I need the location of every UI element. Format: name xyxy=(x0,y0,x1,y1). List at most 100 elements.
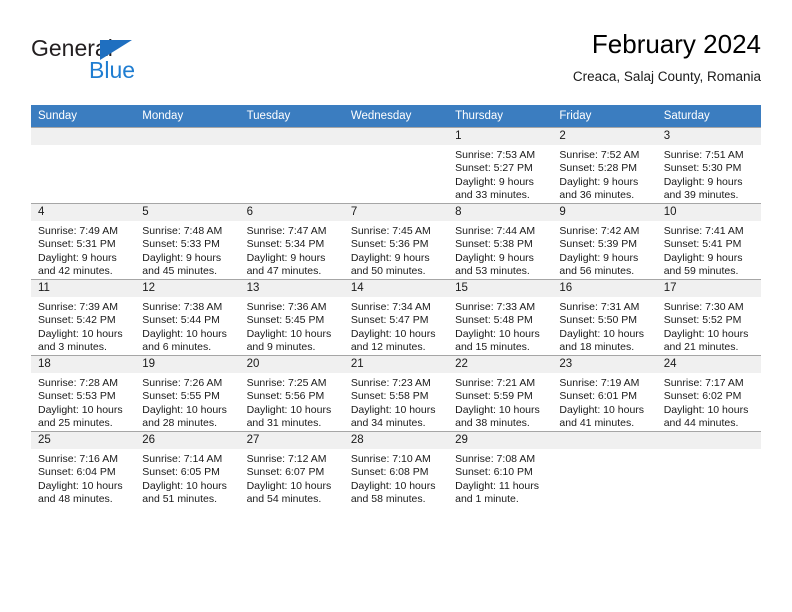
calendar-day-cell[interactable]: 9 Sunrise: 7:42 AM Sunset: 5:39 PM Daylight… xyxy=(552,203,657,280)
sunset-text: Sunset: 5:42 PM xyxy=(38,314,116,327)
sunrise-text: Sunrise: 7:17 AM xyxy=(663,377,744,389)
calendar-day-cell[interactable]: 18 Sunrise: 7:28 AM Sunset: 5:53 PM Dayligh… xyxy=(31,355,136,432)
day-details: Sunrise: 7:19 AM Sunset: 6:01 PM Daylight:… xyxy=(552,373,656,431)
calendar-body: 1 Sunrise: 7:53 AM Sunset: 5:27 PM Daylight… xyxy=(31,127,761,507)
daylight-text-line2: and 53 minutes. xyxy=(455,265,530,278)
day-details: Sunrise: 7:34 AM Sunset: 5:47 PM Daylight:… xyxy=(344,297,448,355)
day-cell-inner: 5 Sunrise: 7:48 AM Sunset: 5:33 PM Daylight… xyxy=(135,204,240,279)
sunset-text: Sunset: 5:53 PM xyxy=(38,390,116,403)
sunset-text: Sunset: 6:07 PM xyxy=(246,466,325,479)
daylight-text-line2: and 6 minutes. xyxy=(142,341,212,354)
day-cell-inner: 22 Sunrise: 7:21 AM Sunset: 5:59 PM Dayligh… xyxy=(448,356,553,431)
sunrise-text: Sunrise: 7:47 AM xyxy=(246,225,327,237)
daylight-text-line1: Daylight: 9 hours xyxy=(559,175,639,188)
day-cell-inner: 16 Sunrise: 7:31 AM Sunset: 5:50 PM Dayligh… xyxy=(552,280,657,355)
weekday-header-thursday: Thursday xyxy=(448,105,553,128)
calendar-day-cell-empty xyxy=(239,127,344,204)
calendar-day-cell[interactable]: 8 Sunrise: 7:44 AM Sunset: 5:38 PM Daylight… xyxy=(448,203,553,280)
day-number: 26 xyxy=(135,432,240,449)
day-cell-inner: 9 Sunrise: 7:42 AM Sunset: 5:39 PM Daylight… xyxy=(552,204,657,279)
daylight-text-line1: Daylight: 9 hours xyxy=(38,251,117,264)
calendar-day-cell[interactable]: 17 Sunrise: 7:30 AM Sunset: 5:52 PM Dayligh… xyxy=(656,279,761,356)
calendar-day-cell[interactable]: 29 Sunrise: 7:08 AM Sunset: 6:10 PM Dayligh… xyxy=(448,431,553,507)
calendar-day-cell[interactable]: 19 Sunrise: 7:26 AM Sunset: 5:55 PM Dayligh… xyxy=(135,355,240,432)
sunset-text: Sunset: 6:08 PM xyxy=(350,466,429,479)
day-cell-inner: 7 Sunrise: 7:45 AM Sunset: 5:36 PM Daylight… xyxy=(343,204,449,279)
sunrise-text: Sunrise: 7:36 AM xyxy=(246,301,327,313)
calendar-week-row: 11 Sunrise: 7:39 AM Sunset: 5:42 PM Dayligh… xyxy=(31,279,761,356)
daylight-text-line2: and 58 minutes. xyxy=(350,493,426,506)
day-details: Sunrise: 7:38 AM Sunset: 5:44 PM Daylight:… xyxy=(135,297,239,355)
calendar-day-cell[interactable]: 28 Sunrise: 7:10 AM Sunset: 6:08 PM Dayligh… xyxy=(343,431,449,507)
daylight-text-line1: Daylight: 9 hours xyxy=(663,251,743,264)
day-cell-inner: 18 Sunrise: 7:28 AM Sunset: 5:53 PM Dayligh… xyxy=(31,356,136,431)
daylight-text-line2: and 33 minutes. xyxy=(455,189,530,202)
daylight-text-line2: and 15 minutes. xyxy=(455,341,530,354)
calendar-day-cell[interactable]: 11 Sunrise: 7:39 AM Sunset: 5:42 PM Dayligh… xyxy=(31,279,136,356)
calendar-day-cell[interactable]: 13 Sunrise: 7:36 AM Sunset: 5:45 PM Dayligh… xyxy=(239,279,344,356)
sunrise-text: Sunrise: 7:21 AM xyxy=(455,377,536,389)
day-number xyxy=(31,128,136,145)
day-number: 18 xyxy=(31,356,136,373)
daylight-text-line2: and 9 minutes. xyxy=(246,341,316,354)
day-details: Sunrise: 7:39 AM Sunset: 5:42 PM Daylight:… xyxy=(31,297,135,355)
calendar-day-cell[interactable]: 6 Sunrise: 7:47 AM Sunset: 5:34 PM Daylight… xyxy=(239,203,344,280)
day-cell-inner: 19 Sunrise: 7:26 AM Sunset: 5:55 PM Dayligh… xyxy=(135,356,240,431)
day-number: 19 xyxy=(135,356,240,373)
calendar-day-cell[interactable]: 24 Sunrise: 7:17 AM Sunset: 6:02 PM Dayligh… xyxy=(656,355,761,432)
calendar-day-cell[interactable]: 26 Sunrise: 7:14 AM Sunset: 6:05 PM Dayligh… xyxy=(135,431,240,507)
calendar-day-cell-empty xyxy=(343,127,449,204)
calendar-day-cell[interactable]: 22 Sunrise: 7:21 AM Sunset: 5:59 PM Dayligh… xyxy=(448,355,553,432)
calendar-day-cell[interactable]: 25 Sunrise: 7:16 AM Sunset: 6:04 PM Dayligh… xyxy=(31,431,136,507)
calendar-day-cell[interactable]: 15 Sunrise: 7:33 AM Sunset: 5:48 PM Dayligh… xyxy=(448,279,553,356)
calendar-day-cell[interactable]: 14 Sunrise: 7:34 AM Sunset: 5:47 PM Dayligh… xyxy=(343,279,449,356)
sunrise-text: Sunrise: 7:39 AM xyxy=(38,301,118,313)
calendar-day-cell[interactable]: 27 Sunrise: 7:12 AM Sunset: 6:07 PM Dayligh… xyxy=(239,431,344,507)
day-details: Sunrise: 7:08 AM Sunset: 6:10 PM Daylight:… xyxy=(448,449,552,507)
day-details: Sunrise: 7:36 AM Sunset: 5:45 PM Daylight:… xyxy=(240,297,344,355)
day-number: 24 xyxy=(656,356,761,373)
day-details: Sunrise: 7:45 AM Sunset: 5:36 PM Daylight:… xyxy=(344,221,448,279)
sunset-text: Sunset: 5:41 PM xyxy=(663,238,742,251)
calendar-day-cell[interactable]: 7 Sunrise: 7:45 AM Sunset: 5:36 PM Daylight… xyxy=(343,203,449,280)
sunrise-text: Sunrise: 7:25 AM xyxy=(246,377,327,389)
day-details: Sunrise: 7:51 AM Sunset: 5:30 PM Daylight:… xyxy=(657,145,761,203)
weekday-header-monday: Monday xyxy=(135,105,240,128)
general-blue-logo[interactable]: General Blue xyxy=(31,36,221,92)
calendar-day-cell[interactable]: 4 Sunrise: 7:49 AM Sunset: 5:31 PM Daylight… xyxy=(31,203,136,280)
page-title: February 2024 xyxy=(591,29,761,59)
calendar-day-cell[interactable]: 3 Sunrise: 7:51 AM Sunset: 5:30 PM Daylight… xyxy=(656,127,761,204)
weekday-header-row: Sunday Monday Tuesday Wednesday Thursday… xyxy=(31,105,761,128)
day-number: 2 xyxy=(552,128,657,145)
daylight-text-line2: and 54 minutes. xyxy=(246,493,322,506)
day-number: 4 xyxy=(31,204,136,221)
calendar-day-cell[interactable]: 16 Sunrise: 7:31 AM Sunset: 5:50 PM Dayligh… xyxy=(552,279,657,356)
calendar-day-cell[interactable]: 12 Sunrise: 7:38 AM Sunset: 5:44 PM Dayligh… xyxy=(135,279,240,356)
day-details: Sunrise: 7:23 AM Sunset: 5:58 PM Daylight:… xyxy=(344,373,448,431)
sunrise-text: Sunrise: 7:08 AM xyxy=(455,453,536,465)
calendar-day-cell[interactable]: 2 Sunrise: 7:52 AM Sunset: 5:28 PM Daylight… xyxy=(552,127,657,204)
daylight-text-line1: Daylight: 10 hours xyxy=(38,479,123,492)
day-cell-inner: 1 Sunrise: 7:53 AM Sunset: 5:27 PM Daylight… xyxy=(448,128,553,203)
day-details: Sunrise: 7:49 AM Sunset: 5:31 PM Daylight:… xyxy=(31,221,135,279)
sunset-text: Sunset: 5:48 PM xyxy=(455,314,533,327)
day-number: 3 xyxy=(656,128,761,145)
day-cell-inner: 12 Sunrise: 7:38 AM Sunset: 5:44 PM Dayligh… xyxy=(135,280,240,355)
calendar-day-cell[interactable]: 21 Sunrise: 7:23 AM Sunset: 5:58 PM Dayligh… xyxy=(343,355,449,432)
daylight-text-line2: and 34 minutes. xyxy=(350,417,426,430)
calendar-day-cell[interactable]: 5 Sunrise: 7:48 AM Sunset: 5:33 PM Daylight… xyxy=(135,203,240,280)
calendar-day-cell[interactable]: 20 Sunrise: 7:25 AM Sunset: 5:56 PM Dayligh… xyxy=(239,355,344,432)
day-number: 20 xyxy=(239,356,344,373)
daylight-text-line1: Daylight: 9 hours xyxy=(350,251,430,264)
day-details: Sunrise: 7:14 AM Sunset: 6:05 PM Daylight:… xyxy=(135,449,239,507)
sunrise-text: Sunrise: 7:49 AM xyxy=(38,225,118,237)
sunrise-text: Sunrise: 7:42 AM xyxy=(559,225,640,237)
day-number: 17 xyxy=(656,280,761,297)
day-details: Sunrise: 7:28 AM Sunset: 5:53 PM Daylight:… xyxy=(31,373,135,431)
day-cell-inner: 14 Sunrise: 7:34 AM Sunset: 5:47 PM Dayligh… xyxy=(343,280,449,355)
calendar-day-cell[interactable]: 23 Sunrise: 7:19 AM Sunset: 6:01 PM Dayligh… xyxy=(552,355,657,432)
daylight-text-line1: Daylight: 10 hours xyxy=(246,403,332,416)
calendar-day-cell[interactable]: 1 Sunrise: 7:53 AM Sunset: 5:27 PM Daylight… xyxy=(448,127,553,204)
calendar-day-cell[interactable]: 10 Sunrise: 7:41 AM Sunset: 5:41 PM Dayligh… xyxy=(656,203,761,280)
sunset-text: Sunset: 5:33 PM xyxy=(142,238,220,251)
